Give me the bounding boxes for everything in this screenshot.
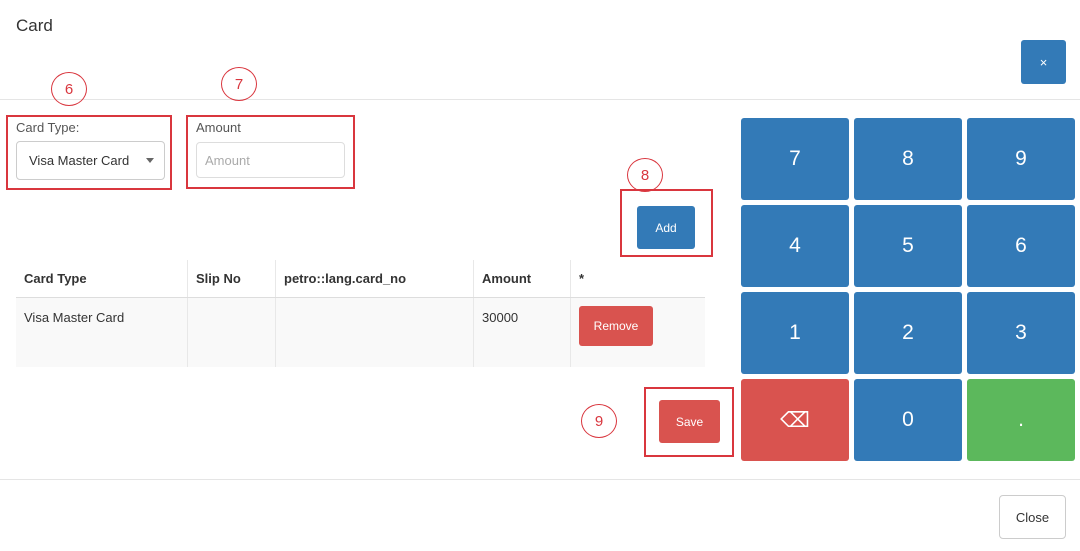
keypad-5[interactable]: 5 [854,205,962,287]
keypad-6[interactable]: 6 [967,205,1075,287]
header-divider [0,99,1080,100]
keypad-backspace[interactable]: ⌫ [741,379,849,461]
annotation-marker-8: 8 [627,158,663,192]
keypad-3[interactable]: 3 [967,292,1075,374]
column-header-card-no: petro::lang.card_no [275,260,474,298]
footer-divider [0,479,1080,480]
add-button[interactable]: Add [637,206,695,249]
annotation-marker-6: 6 [51,72,87,106]
keypad-9[interactable]: 9 [967,118,1075,200]
modal-title: Card [16,16,53,35]
close-icon: × [1039,54,1048,70]
annotation-marker-9: 9 [581,404,617,438]
cell-action: Remove [570,297,705,367]
table-row: Visa Master Card 30000 Remove [16,297,705,367]
column-header-card-type: Card Type [16,260,188,298]
amount-label: Amount [196,120,241,135]
annotation-marker-7: 7 [221,67,257,101]
cell-slip-no [187,297,276,367]
keypad-2[interactable]: 2 [854,292,962,374]
column-header-action: * [570,260,705,298]
keypad-decimal[interactable]: . [967,379,1075,461]
remove-button[interactable]: Remove [579,306,653,346]
chevron-down-icon [146,158,154,163]
close-x-button[interactable]: × [1021,40,1066,84]
keypad-7[interactable]: 7 [741,118,849,200]
cell-amount: 30000 [473,297,571,367]
card-type-select[interactable]: Visa Master Card [16,141,165,180]
keypad-0[interactable]: 0 [854,379,962,461]
table-header-row: Card Type Slip No petro::lang.card_no Am… [16,260,705,298]
backspace-icon: ⌫ [780,408,810,432]
column-header-amount: Amount [473,260,571,298]
card-type-label: Card Type: [16,120,80,135]
keypad-4[interactable]: 4 [741,205,849,287]
card-type-selected-value: Visa Master Card [29,153,130,168]
save-button[interactable]: Save [659,400,720,443]
column-header-slip-no: Slip No [187,260,276,298]
keypad-1[interactable]: 1 [741,292,849,374]
cell-card-no [275,297,474,367]
cell-card-type: Visa Master Card [16,297,188,367]
amount-input[interactable] [196,142,345,178]
cards-table: Card Type Slip No petro::lang.card_no Am… [16,260,705,367]
close-button[interactable]: Close [999,495,1066,539]
keypad-8[interactable]: 8 [854,118,962,200]
